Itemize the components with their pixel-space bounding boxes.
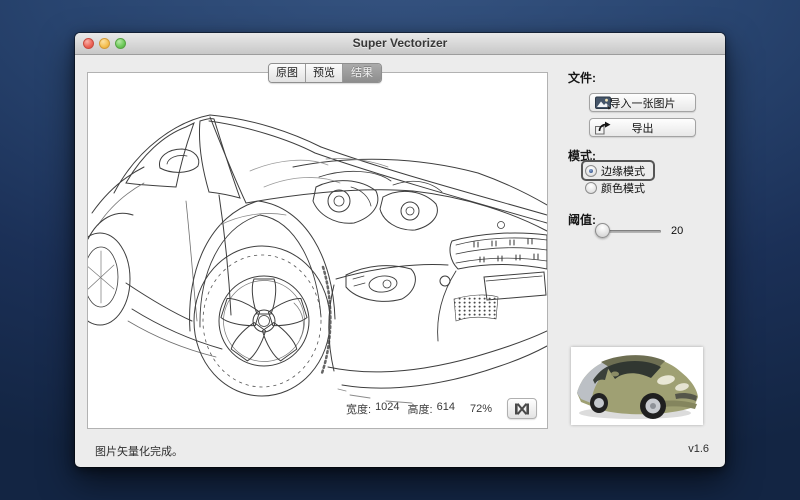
radio-unselected-icon[interactable] — [585, 182, 597, 194]
source-image-thumbnail — [571, 347, 703, 425]
fit-to-window-icon — [514, 403, 530, 415]
zoom-window-button[interactable] — [115, 38, 126, 49]
threshold-value: 20 — [671, 225, 683, 237]
picture-icon — [595, 96, 612, 110]
view-mode-tabs: 原图 预览 结果 — [268, 63, 382, 83]
tab-result[interactable]: 结果 — [343, 64, 381, 82]
height-label: 高度: — [408, 401, 433, 417]
file-section-label: 文件: — [568, 69, 596, 86]
tab-preview[interactable]: 预览 — [306, 64, 343, 82]
color-mode-label: 颜色模式 — [601, 180, 645, 196]
version-label: v1.6 — [688, 443, 709, 455]
export-label: 导出 — [632, 120, 654, 136]
threshold-section-label: 阈值: — [568, 211, 596, 228]
height-value: 614 — [437, 401, 455, 417]
source-car-photo — [571, 347, 703, 425]
tab-original[interactable]: 原图 — [269, 64, 306, 82]
image-info-bar: 宽度: 1024 高度: 614 72% — [346, 398, 537, 419]
width-label: 宽度: — [346, 401, 371, 417]
edge-mode-label: 边缘模式 — [601, 163, 645, 179]
titlebar[interactable]: Super Vectorizer — [75, 33, 725, 55]
import-image-button[interactable]: 导入一张图片 — [589, 93, 696, 112]
export-button[interactable]: 导出 — [589, 118, 696, 137]
radio-color-mode[interactable]: 颜色模式 — [585, 179, 645, 196]
radio-edge-mode[interactable]: 边缘模式 — [581, 160, 655, 181]
zoom-percent: 72% — [470, 403, 492, 415]
status-message: 图片矢量化完成。 — [95, 443, 183, 459]
slider-knob[interactable] — [595, 223, 610, 238]
desktop-background: Super Vectorizer 原图 预览 结果 — [0, 0, 800, 500]
vectorized-car-artwork — [88, 73, 548, 429]
width-value: 1024 — [375, 401, 399, 417]
export-arrow-icon — [595, 121, 612, 135]
window-title: Super Vectorizer — [75, 33, 725, 54]
traffic-lights — [83, 38, 126, 49]
close-button[interactable] — [83, 38, 94, 49]
radio-selected-icon[interactable] — [585, 165, 597, 177]
minimize-button[interactable] — [99, 38, 110, 49]
fit-to-window-button[interactable] — [507, 398, 537, 419]
import-image-label: 导入一张图片 — [610, 95, 676, 111]
app-window: Super Vectorizer 原图 预览 结果 — [75, 33, 725, 467]
result-canvas: 宽度: 1024 高度: 614 72% — [87, 72, 548, 429]
image-dimensions: 宽度: 1024 高度: 614 — [346, 401, 455, 417]
threshold-slider[interactable] — [595, 223, 661, 239]
